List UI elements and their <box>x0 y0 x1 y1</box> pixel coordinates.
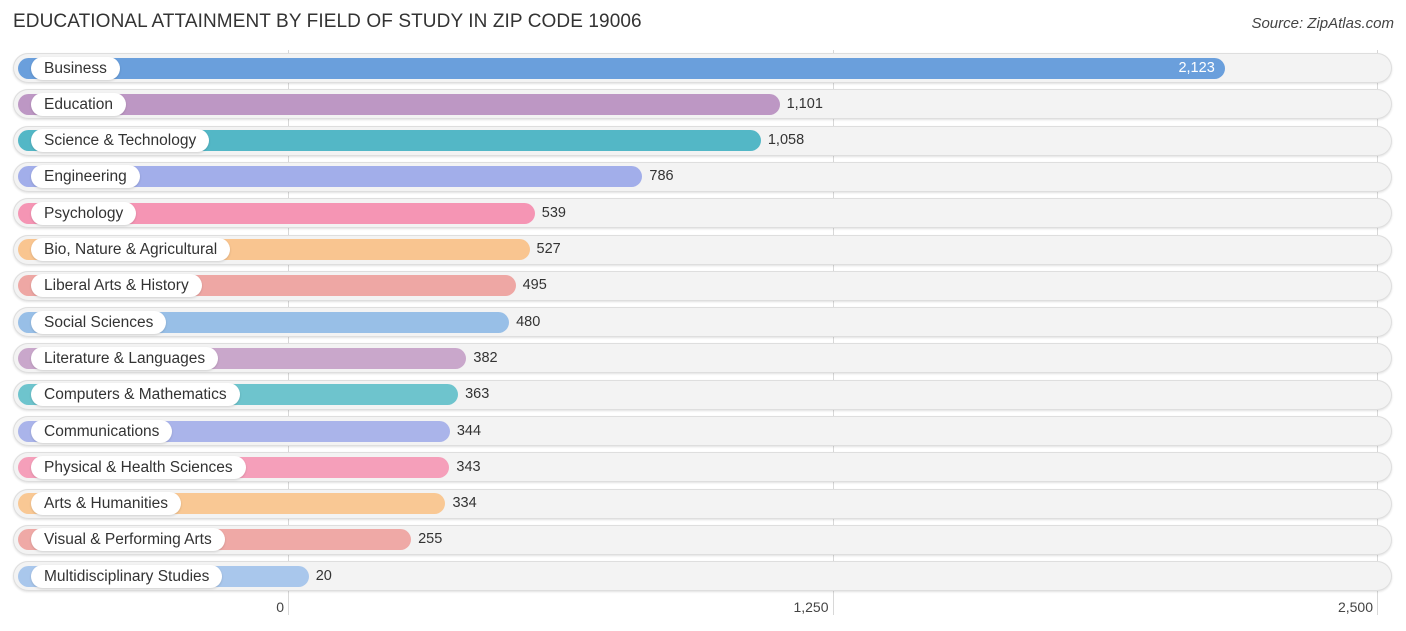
value-label: 1,101 <box>786 95 823 112</box>
bar[interactable] <box>18 93 780 115</box>
value-label: 2,123 <box>1178 59 1215 76</box>
category-label: Visual & Performing Arts <box>31 528 225 552</box>
x-tick-label: 0 <box>276 599 284 615</box>
category-label: Engineering <box>31 165 140 189</box>
category-label: Psychology <box>31 201 137 225</box>
bar[interactable] <box>18 57 1225 79</box>
x-tick-label: 2,500 <box>1337 599 1373 615</box>
x-tick-label: 1,250 <box>793 599 829 615</box>
value-label: 255 <box>418 531 443 548</box>
value-label: 527 <box>536 241 561 257</box>
value-label: 786 <box>649 168 674 185</box>
category-label: Liberal Arts & History <box>31 274 202 298</box>
value-label: 343 <box>456 458 481 475</box>
category-label: Bio, Nature & Agricultural <box>31 238 231 261</box>
value-label: 539 <box>541 204 566 221</box>
category-label: Business <box>31 56 120 80</box>
value-label: 480 <box>516 313 541 330</box>
value-label: 1,058 <box>767 132 805 149</box>
category-label: Social Sciences <box>31 310 167 334</box>
value-label: 495 <box>522 277 547 294</box>
value-label: 344 <box>456 422 482 439</box>
category-label: Arts & Humanities <box>31 492 182 516</box>
category-label: Physical & Health Sciences <box>31 455 246 479</box>
value-label: 20 <box>315 567 332 584</box>
category-label: Multidisciplinary Studies <box>31 564 223 588</box>
value-label: 382 <box>473 349 498 366</box>
category-label: Science & Technology <box>31 129 210 153</box>
category-label: Education <box>31 92 126 116</box>
category-label: Literature & Languages <box>31 346 219 370</box>
bar-chart: Business 2,123 Education 1,101 Science & Tec… <box>0 0 1406 631</box>
category-label: Computers & Mathematics <box>31 383 240 407</box>
value-label: 363 <box>465 386 490 403</box>
value-label: 334 <box>452 495 477 512</box>
category-label: Communications <box>31 419 173 443</box>
